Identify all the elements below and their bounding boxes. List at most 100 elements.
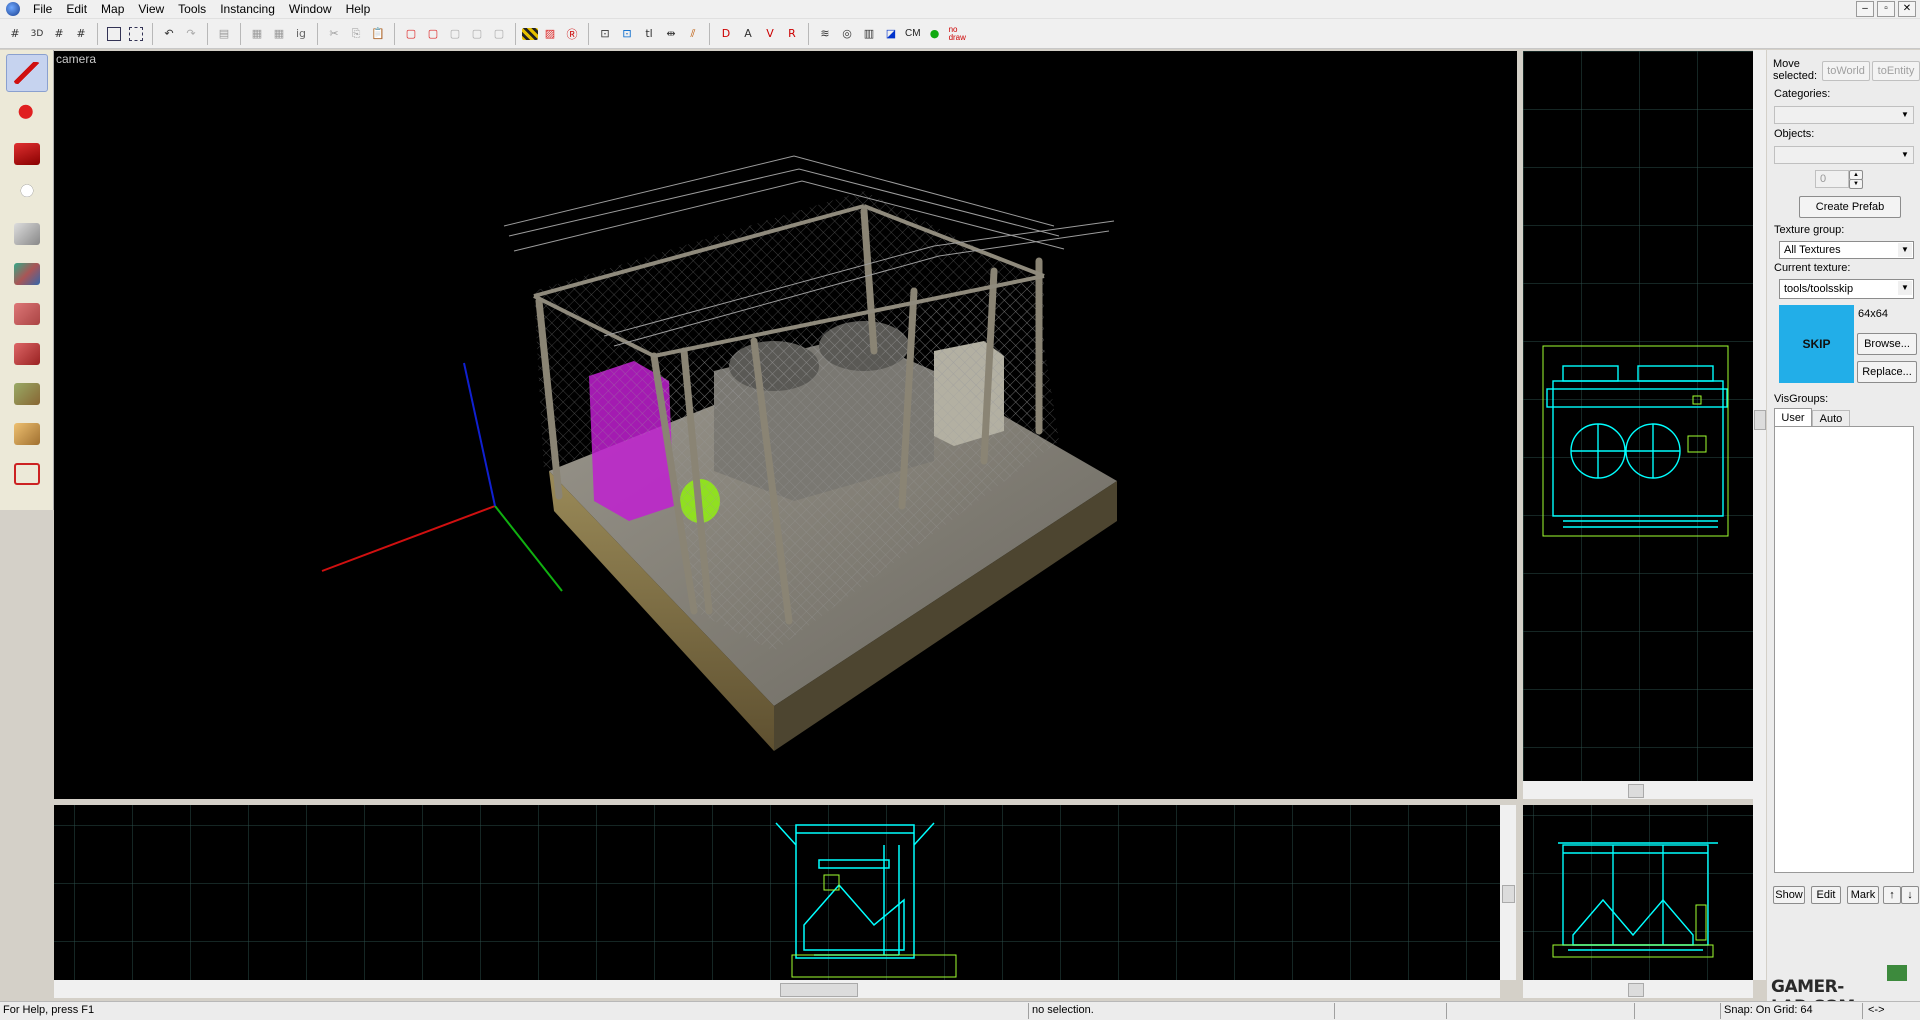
tab-auto[interactable]: Auto bbox=[1812, 410, 1850, 427]
camera-tool[interactable] bbox=[7, 136, 47, 172]
3d-grid-icon[interactable]: 3D bbox=[27, 24, 47, 44]
menu-instancing[interactable]: Instancing bbox=[213, 0, 282, 18]
texture-scaling-lock-icon[interactable]: ⊡ bbox=[617, 24, 637, 44]
selection-grey3-icon[interactable]: ▢ bbox=[489, 24, 509, 44]
compile-red-icon[interactable]: V bbox=[760, 24, 780, 44]
ungroup-icon[interactable] bbox=[126, 24, 146, 44]
nodraw-button[interactable]: no draw bbox=[946, 25, 970, 42]
cut-icon[interactable]: ✂ bbox=[324, 24, 344, 44]
texture-preview-label: SKIP bbox=[1802, 337, 1831, 351]
object-count-stepper[interactable]: 0 bbox=[1815, 170, 1849, 188]
menu-map[interactable]: Map bbox=[94, 0, 131, 18]
browse-button[interactable]: Browse... bbox=[1857, 333, 1917, 355]
block-tool[interactable] bbox=[7, 216, 47, 252]
hide-unselected-icon[interactable]: ▦ bbox=[269, 24, 289, 44]
larger-grid-icon[interactable]: # bbox=[71, 24, 91, 44]
carve-icon[interactable]: ▤ bbox=[214, 24, 234, 44]
smaller-grid-icon[interactable]: # bbox=[49, 24, 69, 44]
menu-file[interactable]: File bbox=[26, 0, 59, 18]
top-2d-viewport[interactable] bbox=[1523, 51, 1753, 781]
align-icon[interactable]: ⫽ bbox=[683, 24, 703, 44]
selection-grey2-icon[interactable]: ▢ bbox=[467, 24, 487, 44]
texture-lock-tl-icon[interactable]: tl bbox=[639, 24, 659, 44]
tab-user[interactable]: User bbox=[1774, 408, 1812, 427]
create-prefab-button[interactable]: Create Prefab bbox=[1799, 196, 1901, 218]
menu-help[interactable]: Help bbox=[339, 0, 378, 18]
run-map-icon[interactable]: R bbox=[782, 24, 802, 44]
front-view-scroll-thumb[interactable] bbox=[1502, 885, 1515, 903]
menu-edit[interactable]: Edit bbox=[59, 0, 94, 18]
to-world-button[interactable]: toWorld bbox=[1822, 61, 1870, 81]
objects-dropdown[interactable]: ▼ bbox=[1774, 146, 1914, 164]
displacement-icon[interactable]: ≋ bbox=[815, 24, 835, 44]
selection-red-icon[interactable]: ▢ bbox=[401, 24, 421, 44]
panel-scroll-grip[interactable] bbox=[1754, 410, 1766, 430]
cm-button[interactable]: CM bbox=[902, 28, 924, 39]
front-2d-viewport[interactable] bbox=[54, 805, 1500, 980]
current-texture-dropdown[interactable]: tools/toolsskip ▼ bbox=[1779, 279, 1914, 299]
texture-group-dropdown[interactable]: All Textures ▼ bbox=[1779, 241, 1914, 259]
flip-icon[interactable]: ⇹ bbox=[661, 24, 681, 44]
menu-view[interactable]: View bbox=[131, 0, 171, 18]
grid-toggle-icon[interactable]: # bbox=[5, 24, 25, 44]
undo-icon[interactable]: ↶ bbox=[159, 24, 179, 44]
radius-culling-icon[interactable]: Ⓡ bbox=[562, 24, 582, 44]
minimize-button[interactable]: ‒ bbox=[1856, 1, 1874, 17]
apply-texture-tool[interactable] bbox=[7, 296, 47, 332]
clipping-tool[interactable] bbox=[7, 416, 47, 452]
tie-to-world-icon[interactable] bbox=[522, 27, 538, 40]
side-2d-viewport[interactable] bbox=[1523, 805, 1753, 980]
check-problems-icon[interactable]: A bbox=[738, 24, 758, 44]
move-up-button[interactable]: ↑ bbox=[1883, 886, 1901, 904]
menu-window[interactable]: Window bbox=[282, 0, 339, 18]
green-leaf-icon[interactable]: ● bbox=[925, 24, 945, 44]
top-view-horizontal-scrollbar[interactable] bbox=[1523, 781, 1753, 799]
front-view-horizontal-scrollbar[interactable] bbox=[54, 980, 1500, 998]
entity-tool[interactable] bbox=[7, 176, 47, 212]
hide-selected-icon[interactable]: ▦ bbox=[247, 24, 267, 44]
model-browser-icon[interactable]: ◪ bbox=[881, 24, 901, 44]
texture-preview[interactable]: SKIP bbox=[1779, 305, 1854, 383]
camera-viewport[interactable]: camera bbox=[54, 51, 1517, 799]
selection-alt-icon[interactable]: ▢ bbox=[423, 24, 443, 44]
spin-down-button[interactable]: ▼ bbox=[1849, 179, 1863, 189]
menu-tools[interactable]: Tools bbox=[171, 0, 213, 18]
vertex-tool[interactable] bbox=[7, 456, 47, 492]
move-down-button[interactable]: ↓ bbox=[1901, 886, 1919, 904]
unhide-icon[interactable]: ig bbox=[291, 24, 311, 44]
group-icon[interactable] bbox=[104, 24, 124, 44]
hammer-app-icon[interactable] bbox=[6, 2, 20, 16]
help-hint: For Help, press F1 bbox=[3, 1004, 95, 1016]
paste-icon[interactable]: 📋 bbox=[368, 24, 388, 44]
categories-dropdown[interactable]: ▼ bbox=[1774, 106, 1914, 124]
show-button[interactable]: Show bbox=[1773, 886, 1805, 904]
copy-icon[interactable]: ⎘ bbox=[346, 24, 366, 44]
front-view-hscroll-thumb[interactable] bbox=[780, 983, 858, 997]
edit-button[interactable]: Edit bbox=[1811, 886, 1841, 904]
selection-grey-icon[interactable]: ▢ bbox=[445, 24, 465, 44]
side-view-hscroll-thumb[interactable] bbox=[1628, 983, 1644, 997]
texture-browser-icon[interactable]: ▥ bbox=[859, 24, 879, 44]
decal-tool[interactable] bbox=[7, 336, 47, 372]
texture-application-tool[interactable] bbox=[7, 256, 47, 292]
overlay-tool[interactable] bbox=[7, 376, 47, 412]
mark-button[interactable]: Mark bbox=[1847, 886, 1879, 904]
vertex-tool-icon bbox=[13, 463, 40, 485]
front-view-vertical-scrollbar[interactable] bbox=[1500, 805, 1516, 980]
redo-icon[interactable]: ↷ bbox=[181, 24, 201, 44]
visgroups-list[interactable] bbox=[1774, 426, 1914, 873]
side-view-horizontal-scrollbar[interactable] bbox=[1523, 980, 1753, 998]
panel-vertical-scrollbar[interactable] bbox=[1753, 50, 1766, 980]
restore-button[interactable]: ▫ bbox=[1877, 1, 1895, 17]
top-view-hscroll-thumb[interactable] bbox=[1628, 784, 1644, 798]
cordon-icon[interactable]: ◎ bbox=[837, 24, 857, 44]
selection-tool[interactable] bbox=[5, 54, 48, 92]
entity-report-icon[interactable]: D bbox=[716, 24, 736, 44]
tie-to-entity-icon[interactable]: ▨ bbox=[540, 24, 560, 44]
magnify-tool[interactable] bbox=[7, 96, 47, 132]
replace-button[interactable]: Replace... bbox=[1857, 361, 1917, 383]
entity-tool-icon bbox=[13, 183, 40, 205]
to-entity-button[interactable]: toEntity bbox=[1872, 61, 1920, 81]
texture-lock-icon[interactable]: ⊡ bbox=[595, 24, 615, 44]
close-button[interactable]: ✕ bbox=[1898, 1, 1916, 17]
